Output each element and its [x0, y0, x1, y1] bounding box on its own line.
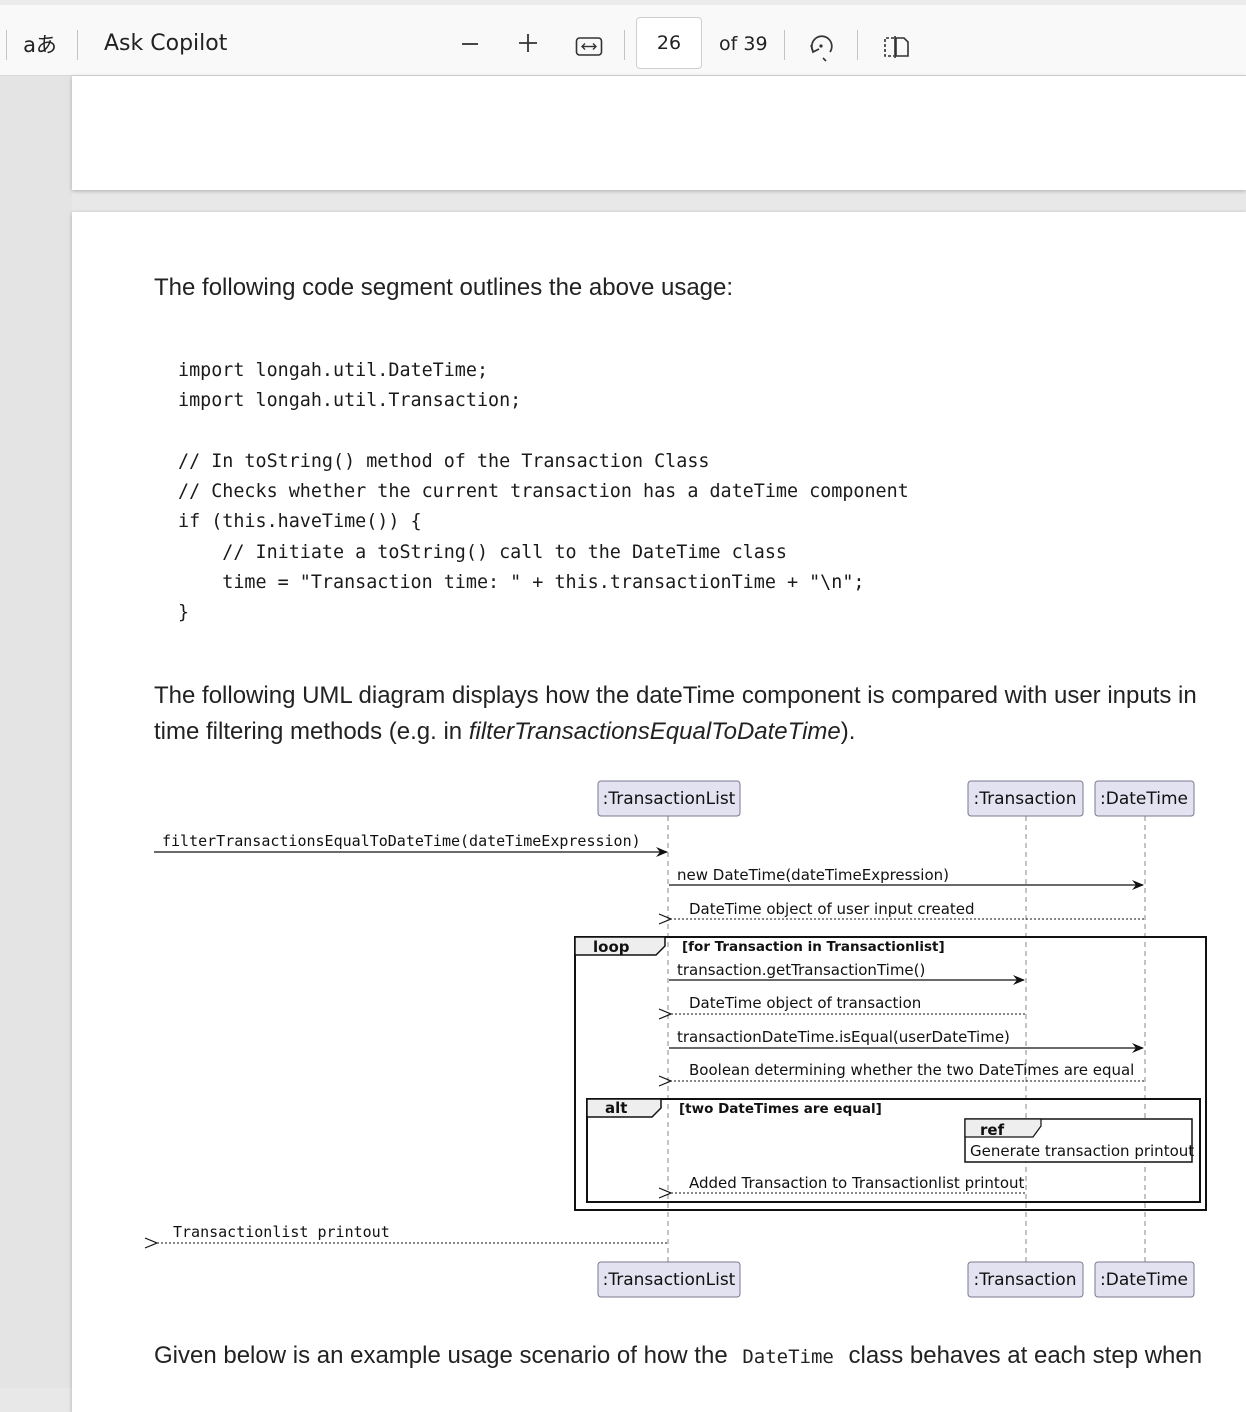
ref-fragment: ref Generate transaction printout	[964, 1118, 1194, 1163]
participant-label: :Transaction	[974, 789, 1077, 809]
participant-datetime-bottom: :DateTime	[1094, 1261, 1195, 1298]
message-get-transaction-time: transaction.getTransactionTime()	[677, 961, 925, 979]
message-filter-call: filterTransactionsEqualToDateTime(dateTi…	[162, 832, 641, 850]
message-datetime-of-transaction: DateTime object of transaction	[689, 994, 921, 1012]
message-transactionlist-printout: Transactionlist printout	[173, 1223, 390, 1241]
participant-label: :DateTime	[1100, 1270, 1188, 1290]
participant-label: :DateTime	[1100, 789, 1188, 809]
ref-label: ref	[980, 1121, 1005, 1139]
participant-datetime-top: :DateTime	[1094, 780, 1195, 817]
message-boolean-result: Boolean determining whether the two Date…	[689, 1061, 1134, 1079]
participant-transactionlist-bottom: :TransactionList	[597, 1261, 741, 1298]
participant-transactionlist-top: :TransactionList	[597, 780, 741, 817]
loop-label: loop	[593, 938, 630, 956]
participant-label: :TransactionList	[603, 1270, 736, 1290]
message-new-datetime: new DateTime(dateTimeExpression)	[677, 866, 949, 884]
participant-label: :Transaction	[974, 1270, 1077, 1290]
uml-sequence-diagram: :TransactionList :Transaction :DateTime …	[0, 780, 1207, 1298]
participant-label: :TransactionList	[603, 789, 736, 809]
participant-transaction-top: :Transaction	[967, 780, 1084, 817]
alt-guard: [two DateTimes are equal]	[679, 1101, 882, 1117]
loop-guard: [for Transaction in Transactionlist]	[682, 939, 945, 955]
alt-label: alt	[605, 1099, 627, 1117]
message-is-equal: transactionDateTime.isEqual(userDateTime…	[677, 1028, 1010, 1046]
participant-transaction-bottom: :Transaction	[967, 1261, 1084, 1298]
message-added-transaction: Added Transaction to Transactionlist pri…	[689, 1174, 1025, 1192]
ref-text: Generate transaction printout	[970, 1142, 1194, 1160]
message-datetime-created: DateTime object of user input created	[689, 900, 975, 918]
